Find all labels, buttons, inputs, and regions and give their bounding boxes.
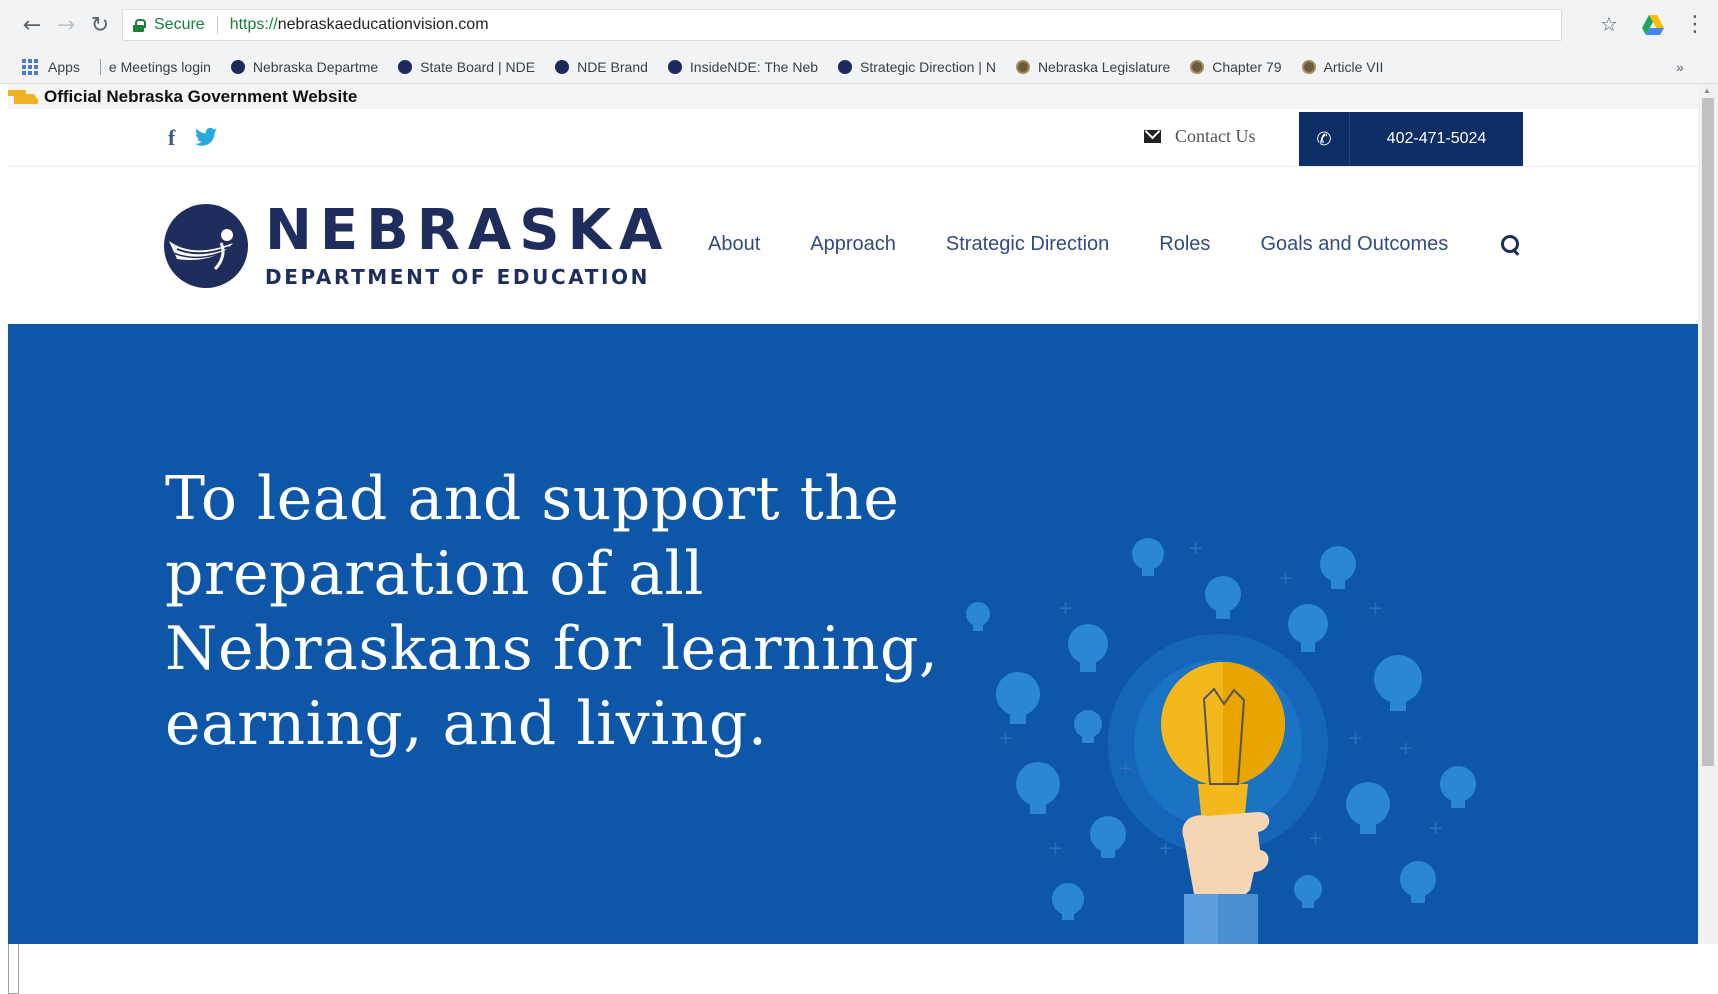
address-bar[interactable]: Secure https://nebraskaeducationvision.c…: [122, 9, 1562, 41]
bookmark-divider: [99, 58, 101, 75]
hero-headline: To lead and support the preparation of a…: [165, 464, 939, 759]
state-seal-icon: [1301, 59, 1316, 74]
utility-bar: f Contact Us ✆ 402-471-5024: [8, 109, 1698, 167]
main-navigation: About Approach Strategic Direction Roles…: [708, 233, 1521, 256]
svg-text:+: +: [1058, 598, 1073, 619]
reload-icon[interactable]: ↻: [82, 7, 118, 43]
nav-strategic-direction[interactable]: Strategic Direction: [946, 233, 1109, 256]
nav-approach[interactable]: Approach: [810, 233, 896, 256]
svg-text:+: +: [998, 728, 1013, 749]
phone-number: 402-471-5024: [1386, 130, 1487, 147]
svg-text:+: +: [1048, 838, 1063, 859]
state-seal-icon: [1015, 59, 1030, 74]
secure-label: Secure: [154, 16, 205, 33]
bookmark-apps[interactable]: Apps: [22, 58, 80, 75]
logo-subtitle: DEPARTMENT OF EDUCATION: [265, 265, 650, 289]
page-scrollbar[interactable]: ▲: [1698, 84, 1718, 944]
browser-toolbar: ← → ↻ Secure https://nebraskaeducationvi…: [0, 0, 1718, 50]
svg-text:+: +: [1118, 758, 1133, 779]
url-divider: [216, 16, 218, 34]
bookmark-item[interactable]: Article VII: [1301, 59, 1383, 75]
bookmarks-bar: Apps e Meetings login Nebraska Departme …: [0, 50, 1718, 994]
bookmark-item[interactable]: Nebraska Legislature: [1015, 59, 1170, 75]
facebook-icon[interactable]: f: [168, 127, 175, 149]
site-header: NEBRASKA DEPARTMENT OF EDUCATION About A…: [8, 167, 1698, 324]
nde-favicon-icon: [398, 59, 413, 74]
social-links: f: [168, 127, 218, 149]
nde-favicon-icon: [230, 59, 245, 74]
web-page: Official Nebraska Government Website f C…: [8, 84, 1698, 944]
twitter-icon[interactable]: [195, 127, 218, 147]
svg-text:+: +: [1368, 598, 1383, 619]
nde-logo[interactable]: NEBRASKA DEPARTMENT OF EDUCATION: [163, 203, 670, 289]
svg-text:+: +: [1308, 828, 1323, 849]
svg-text:+: +: [1348, 728, 1363, 749]
nde-favicon-icon: [667, 59, 682, 74]
hero-banner: To lead and support the preparation of a…: [8, 324, 1698, 944]
phone-button[interactable]: ✆ 402-471-5024: [1299, 112, 1523, 166]
nav-roles[interactable]: Roles: [1159, 233, 1210, 256]
envelope-icon: [1144, 130, 1161, 143]
nde-emblem-icon: [164, 204, 248, 288]
bookmark-star-icon[interactable]: ☆: [1600, 12, 1618, 36]
contact-us-link[interactable]: Contact Us: [1144, 126, 1256, 147]
search-icon[interactable]: [1501, 234, 1521, 255]
bookmark-item[interactable]: e Meetings login: [8, 59, 211, 994]
forward-arrow-icon[interactable]: →: [48, 7, 84, 43]
svg-text:+: +: [1428, 818, 1443, 839]
scroll-up-icon[interactable]: ▲: [1703, 86, 1711, 95]
svg-text:+: +: [1188, 538, 1203, 559]
nav-goals-and-outcomes[interactable]: Goals and Outcomes: [1260, 233, 1448, 256]
bookmark-item[interactable]: Nebraska Departme: [230, 59, 378, 75]
apps-grid-icon: [22, 58, 38, 75]
logo-title: NEBRASKA: [265, 198, 671, 263]
svg-text:+: +: [1278, 568, 1293, 589]
bookmark-item[interactable]: InsideNDE: The Neb: [667, 59, 818, 75]
lightbulb-illustration-icon: + + + + + + + + + + + +: [966, 538, 1476, 944]
gov-banner: Official Nebraska Government Website: [8, 84, 1698, 109]
svg-text:+: +: [1158, 838, 1173, 859]
scrollbar-thumb[interactable]: [1702, 98, 1714, 766]
google-drive-icon[interactable]: [1642, 15, 1664, 35]
browser-menu-icon[interactable]: ⋮: [1684, 12, 1706, 37]
state-seal-icon: [1190, 59, 1205, 74]
bookmark-item[interactable]: Chapter 79: [1190, 59, 1282, 75]
nav-about[interactable]: About: [708, 233, 760, 256]
bookmark-item[interactable]: NDE Brand: [555, 59, 648, 75]
bookmark-item[interactable]: Strategic Direction | N: [838, 59, 996, 75]
url-text[interactable]: https://nebraskaeducationvision.com: [230, 16, 489, 34]
lock-icon: [133, 18, 146, 32]
nde-favicon-icon: [838, 59, 853, 74]
back-arrow-icon[interactable]: ←: [14, 7, 50, 43]
svg-text:+: +: [1398, 738, 1413, 759]
nde-favicon-icon: [555, 59, 570, 74]
logo-wordmark: NEBRASKA DEPARTMENT OF EDUCATION: [265, 198, 671, 290]
more-bookmarks-icon[interactable]: »: [1676, 59, 1684, 75]
bookmark-item[interactable]: State Board | NDE: [398, 59, 535, 75]
nebraska-state-icon: [8, 89, 38, 104]
phone-icon: ✆: [1299, 112, 1350, 166]
